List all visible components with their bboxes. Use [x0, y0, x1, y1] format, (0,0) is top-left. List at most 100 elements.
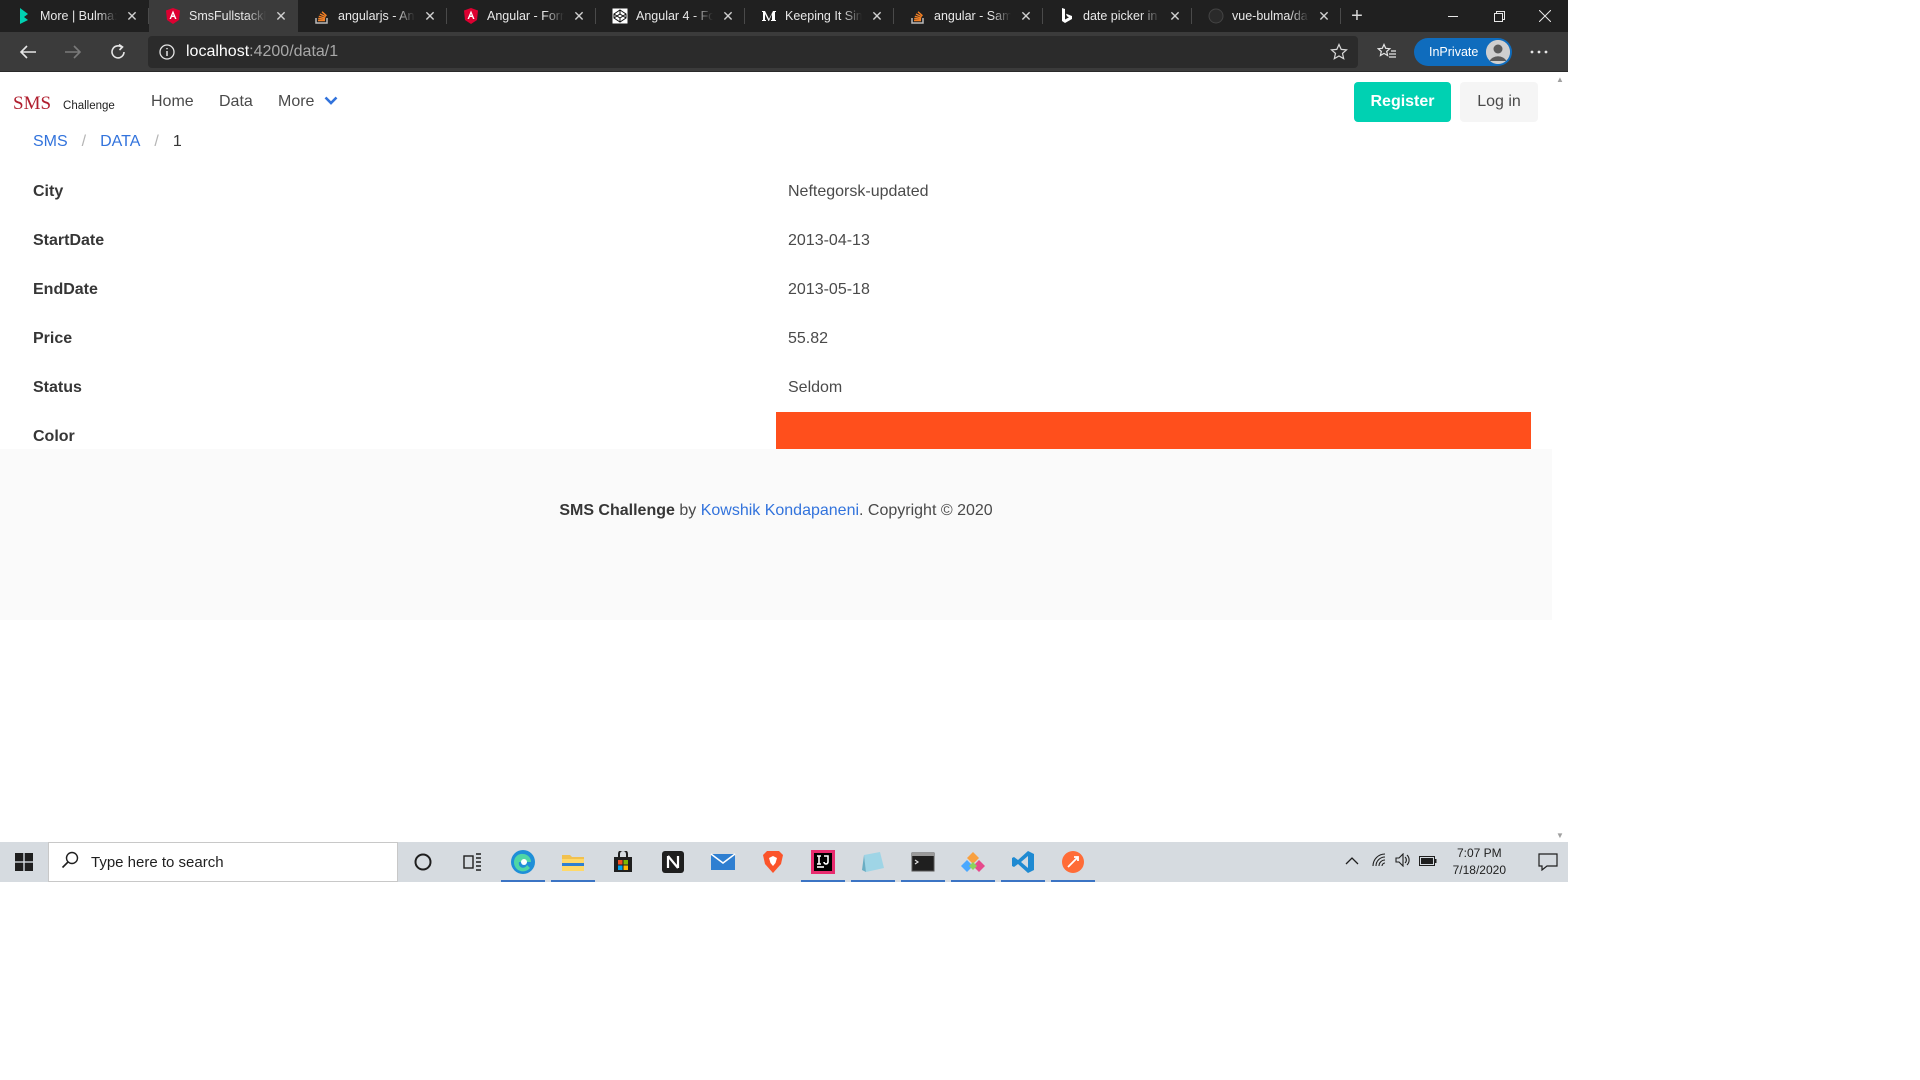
browser-tab-title: SmsFullstackFr: [189, 9, 266, 23]
minimize-icon[interactable]: [1430, 0, 1476, 32]
medium-icon: [761, 8, 777, 24]
breadcrumb: SMS / DATA / 1: [33, 133, 182, 151]
browser-tab[interactable]: angular - Same ✕: [894, 0, 1043, 32]
detail-row-status: Status Seldom: [0, 363, 1552, 412]
search-icon: [61, 851, 79, 873]
refresh-icon[interactable]: [102, 36, 134, 68]
notification-center-icon[interactable]: [1528, 842, 1568, 882]
bulma-icon: [16, 8, 32, 24]
browser-tab-title: Angular 4 - For: [636, 9, 713, 23]
field-value: 55.82: [788, 330, 829, 347]
footer-author-link[interactable]: Kowshik Kondapaneni: [701, 502, 859, 519]
page-scrollbar[interactable]: ▲ ▼: [1552, 73, 1568, 842]
footer-text: SMS Challenge by Kowshik Kondapaneni. Co…: [0, 502, 1552, 520]
register-button[interactable]: Register: [1354, 82, 1451, 122]
wifi-icon[interactable]: [1371, 852, 1387, 872]
intellij-icon[interactable]: [798, 842, 848, 882]
forward-arrow-icon[interactable]: [57, 36, 89, 68]
angular-icon: [165, 8, 181, 24]
web-page: SMS Challenge Home Data More Register Lo…: [0, 73, 1552, 842]
close-tab-icon[interactable]: ✕: [423, 8, 437, 25]
favorite-star-icon[interactable]: [1330, 43, 1348, 66]
angular-icon: [463, 8, 479, 24]
breadcrumb-sms[interactable]: SMS: [33, 133, 68, 151]
inprivate-button[interactable]: InPrivate: [1414, 38, 1512, 66]
browser-tab[interactable]: Angular 4 - For ✕: [596, 0, 745, 32]
close-tab-icon[interactable]: ✕: [572, 8, 586, 25]
nav-link-data[interactable]: Data: [219, 93, 253, 111]
notion-icon[interactable]: [648, 842, 698, 882]
browser-tab-title: vue-bulma/dat: [1232, 9, 1309, 23]
browser-tab[interactable]: vue-bulma/dat ✕: [1192, 0, 1341, 32]
field-label: Status: [33, 379, 82, 396]
chevron-up-icon[interactable]: [1345, 853, 1359, 871]
browser-tab-title: Angular - Form: [487, 9, 564, 23]
postman-icon[interactable]: [1048, 842, 1098, 882]
browser-tab[interactable]: angularjs - Ang ✕: [298, 0, 447, 32]
github-icon: [1208, 8, 1224, 24]
site-info-icon[interactable]: [148, 44, 186, 60]
windows-start-icon[interactable]: [0, 842, 48, 882]
field-value: 2013-05-18: [788, 281, 870, 298]
volume-icon[interactable]: [1395, 852, 1411, 872]
browser-tab-title: More | Bulma: F: [40, 9, 117, 23]
scroll-down-icon[interactable]: ▼: [1556, 831, 1564, 840]
browser-tab[interactable]: Angular - Form ✕: [447, 0, 596, 32]
brand-main: SMS: [13, 93, 52, 114]
browser-tab-active[interactable]: SmsFullstackFr ✕: [149, 0, 298, 32]
detail-row-enddate: EndDate 2013-05-18: [0, 265, 1552, 314]
browser-toolbar: localhost:4200/data/1 InPrivate: [0, 32, 1568, 72]
mail-icon[interactable]: [698, 842, 748, 882]
store-icon[interactable]: [598, 842, 648, 882]
terminal-icon[interactable]: [898, 842, 948, 882]
more-options-icon[interactable]: [1523, 36, 1555, 68]
task-view-icon[interactable]: [448, 842, 498, 882]
taskbar-clock[interactable]: 7:07 PM 7/18/2020: [1453, 845, 1506, 879]
browser-tab-title: Keeping It Simp: [785, 9, 862, 23]
browser-tab-bar: More | Bulma: F ✕ SmsFullstackFr ✕ angul…: [0, 0, 1568, 32]
browser-tab[interactable]: date picker in l ✕: [1043, 0, 1192, 32]
close-tab-icon[interactable]: ✕: [721, 8, 735, 25]
git-icon[interactable]: [948, 842, 998, 882]
browser-tab-title: date picker in l: [1083, 9, 1160, 23]
favorites-icon[interactable]: [1371, 36, 1403, 68]
app-icon[interactable]: [848, 842, 898, 882]
address-bar[interactable]: localhost:4200/data/1: [148, 36, 1358, 68]
footer-copyright: . Copyright © 2020: [859, 502, 993, 519]
close-tab-icon[interactable]: ✕: [1168, 8, 1182, 25]
close-tab-icon[interactable]: ✕: [870, 8, 884, 25]
vscode-icon[interactable]: [998, 842, 1048, 882]
clock-time: 7:07 PM: [1456, 846, 1502, 860]
file-explorer-icon[interactable]: [548, 842, 598, 882]
brave-icon[interactable]: [748, 842, 798, 882]
battery-icon[interactable]: [1418, 853, 1437, 871]
login-button[interactable]: Log in: [1460, 82, 1538, 122]
browser-tab[interactable]: More | Bulma: F ✕: [0, 0, 149, 32]
site-footer: SMS Challenge by Kowshik Kondapaneni. Co…: [0, 449, 1552, 620]
close-window-icon[interactable]: [1522, 0, 1568, 32]
new-tab-button[interactable]: +: [1341, 0, 1373, 32]
url-host: localhost: [186, 43, 250, 60]
close-tab-icon[interactable]: ✕: [1019, 8, 1033, 25]
edge-icon[interactable]: [498, 842, 548, 882]
browser-tab[interactable]: Keeping It Simp ✕: [745, 0, 894, 32]
close-tab-icon[interactable]: ✕: [125, 8, 139, 25]
close-tab-icon[interactable]: ✕: [1317, 8, 1331, 25]
nav-more-label: More: [278, 93, 315, 110]
field-value: Seldom: [788, 379, 843, 396]
cortana-icon[interactable]: [398, 842, 448, 882]
close-tab-icon[interactable]: ✕: [274, 8, 288, 25]
restore-icon[interactable]: [1476, 0, 1522, 32]
nav-link-home[interactable]: Home: [151, 93, 194, 111]
scroll-up-icon[interactable]: ▲: [1556, 75, 1564, 84]
stackoverflow-icon: [314, 8, 330, 24]
brand-logo[interactable]: SMS Challenge: [13, 93, 115, 115]
site-navbar: SMS Challenge Home Data More Register Lo…: [0, 73, 1552, 131]
detail-row-startdate: StartDate 2013-04-13: [0, 216, 1552, 265]
breadcrumb-data[interactable]: DATA: [100, 133, 140, 151]
field-label: Price: [33, 330, 73, 347]
chevron-down-icon: [324, 93, 338, 111]
nav-dropdown-more[interactable]: More: [278, 93, 338, 111]
back-arrow-icon[interactable]: [12, 36, 44, 68]
taskbar-search-box[interactable]: Type here to search: [48, 842, 398, 882]
